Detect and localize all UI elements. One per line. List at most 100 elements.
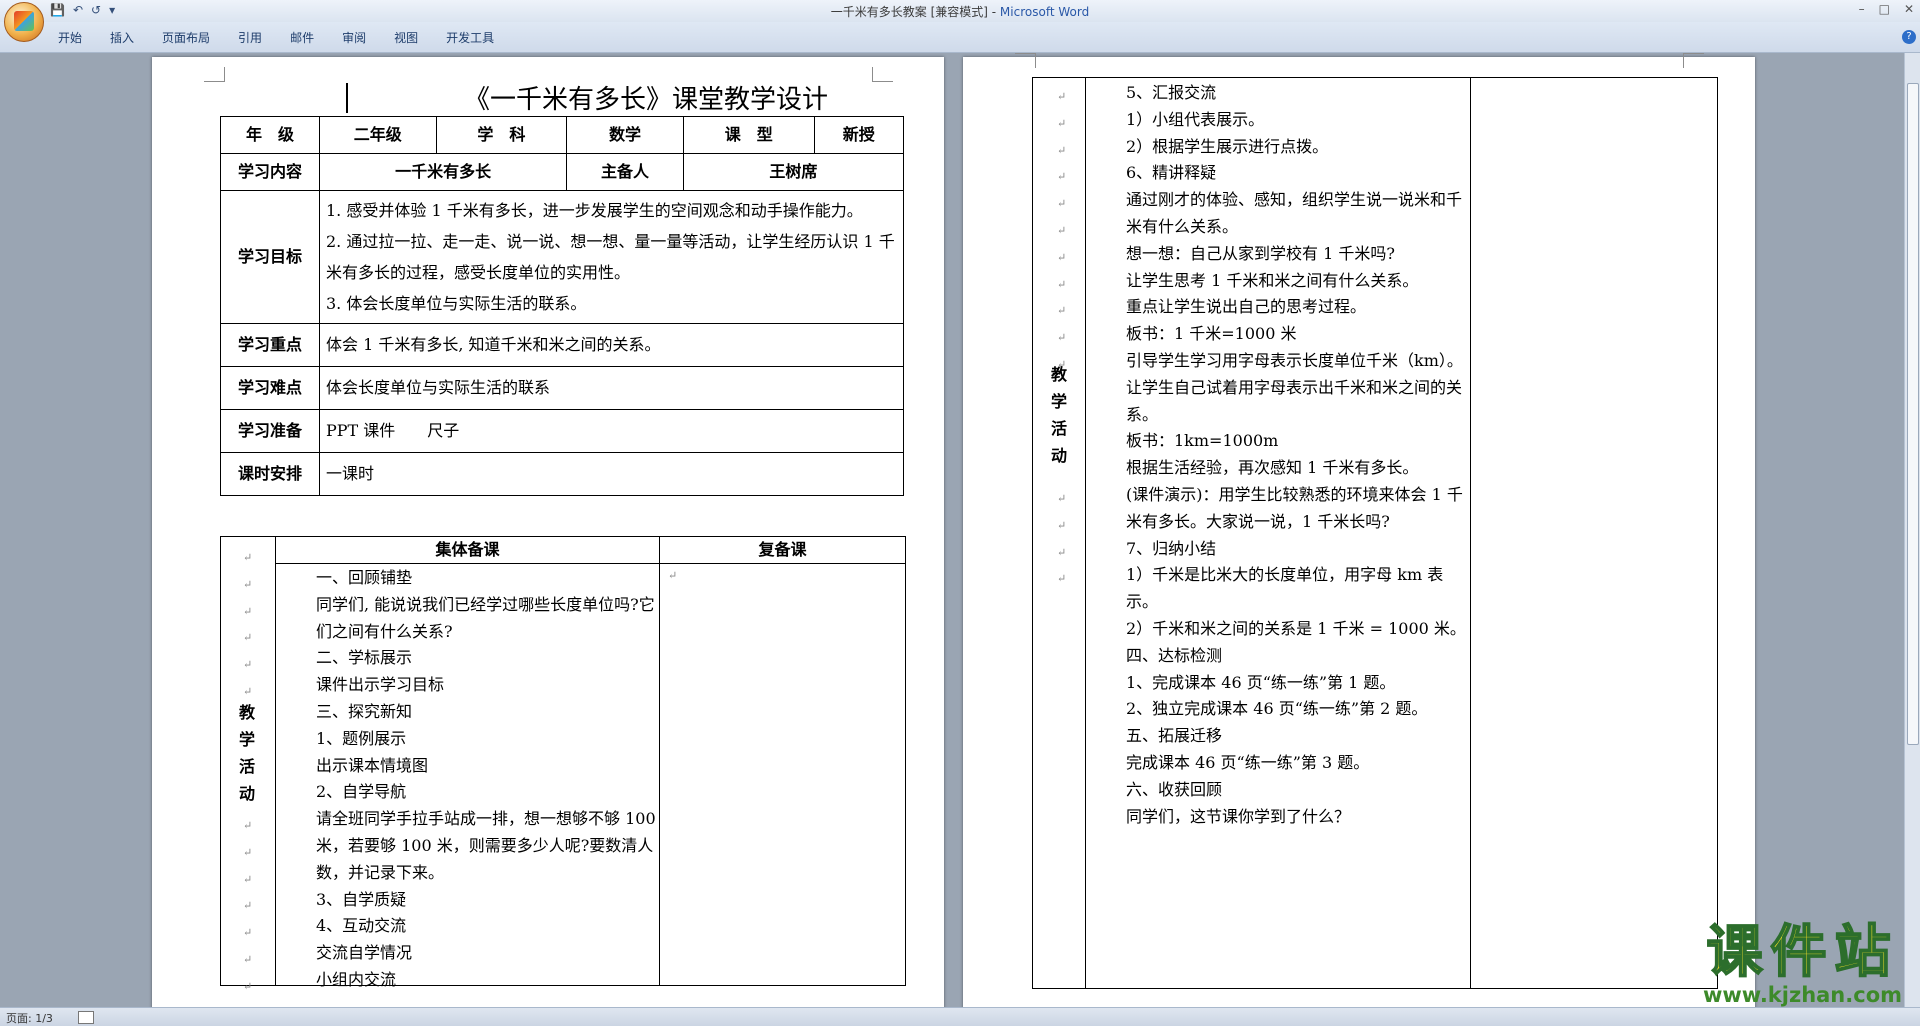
difficulty-label: 学习难点 [220, 366, 320, 410]
scrollbar-thumb[interactable] [1907, 83, 1919, 745]
page-indicator[interactable]: 页面: 1/3 [6, 1010, 53, 1026]
activity-line: 同学们, 能说说我们已经学过哪些长度单位吗?它们之间有什么关系? [316, 594, 655, 641]
activity-line: 重点让学生说出自己的思考过程。 [1126, 297, 1367, 317]
activity-line: 板书：1 千米=1000 米 [1126, 324, 1297, 344]
group-prep-column: 集体备课 一、回顾铺垫 同学们, 能说说我们已经学过哪些长度单位吗?它们之间有什么… [276, 537, 660, 989]
ribbon-tab[interactable]: 审阅 [342, 29, 382, 46]
crop-mark [204, 67, 225, 82]
activity-table-continued: ↵ ↵ ↵ ↵ ↵ ↵ ↵ ↵ ↵ ↵ ↵ ↵ ↵ ↵ ↵ 教 学 活 动 5、汇报交流 1）小组代表展示。 2… [1032, 77, 1718, 989]
goal-item: 3. 体会长度单位与实际生活的联系。 [326, 294, 587, 313]
activity-line: 课件出示学习目标 [316, 675, 445, 695]
goals-cell: 1. 感受并体验 1 千米有多长，进一步发展学生的空间观念和动手操作能力。 2.… [319, 190, 904, 324]
type-value: 新授 [813, 116, 905, 154]
activity-table: ↵ ↵ ↵ ↵ ↵ ↵ ↵ ↵ ↵ ↵ ↵ ↵ ↵ 教 学 活 动 集体备课 一、回顾铺垫 同学们, 能说… [220, 536, 906, 993]
ribbon-tab[interactable]: 引用 [238, 29, 278, 46]
watermark-text: 课件站 [1705, 920, 1899, 985]
activity-line: 小组内交流 [316, 969, 397, 989]
ribbon-tab[interactable]: 视图 [394, 29, 434, 46]
activity-side-column: ↵ ↵ ↵ ↵ ↵ ↵ ↵ ↵ ↵ ↵ ↵ ↵ ↵ ↵ ↵ 教 学 活 动 [1033, 78, 1086, 988]
activity-line: 想一想：自己从家到学校有 1 千米吗? [1126, 243, 1395, 263]
table-row: 学习准备 PPT 课件 尺子 [220, 409, 904, 453]
goal-label: 学习目标 [220, 190, 320, 324]
owner-label: 主备人 [566, 153, 684, 191]
crop-mark [1015, 53, 1036, 68]
page-1[interactable]: 《一千米有多长》课堂教学设计 年 级 二年级 学 科 数学 课 型 新授 学习内… [152, 57, 944, 1007]
minimize-icon[interactable]: – [1859, 2, 1865, 16]
vertical-scrollbar[interactable] [1904, 53, 1920, 1007]
maximize-icon[interactable]: □ [1879, 2, 1890, 16]
activity-line: 一、回顾铺垫 [316, 568, 413, 587]
ribbon-tab[interactable]: 开始 [58, 29, 98, 46]
prep-value: PPT 课件 尺子 [319, 409, 904, 453]
help-icon[interactable]: ? [1902, 30, 1916, 44]
activity-line: 让学生自己试着用字母表示出千米和米之间的关系。 [1126, 377, 1463, 424]
activity-side-label: 教 学 活 动 [1051, 365, 1068, 465]
lesson-info-table: 年 级 二年级 学 科 数学 课 型 新授 学习内容 一千米有多长 主备人 王树… [220, 116, 905, 496]
watermark-logo: 课件站 www.kjzhan.com [1703, 920, 1902, 1007]
goal-item: 2. 通过拉一拉、走一走、说一说、想一想、量一量等活动，让学生经历认识 1 千米… [326, 232, 895, 282]
table-row: 学习重点 体会 1 千米有多长, 知道千米和米之间的关系。 [220, 323, 904, 367]
close-icon[interactable]: ✕ [1904, 2, 1914, 16]
undo-icon[interactable]: ↶ [73, 3, 83, 17]
key-label: 学习重点 [220, 323, 320, 367]
activity-line: 2）根据学生展示进行点拨。 [1126, 136, 1329, 156]
proofing-icon[interactable] [78, 1011, 94, 1024]
ribbon-tab[interactable]: 页面布局 [162, 29, 226, 46]
table-row: 年 级 二年级 学 科 数学 课 型 新授 [220, 116, 905, 154]
office-button[interactable] [4, 2, 44, 42]
goal-item: 1. 感受并体验 1 千米有多长，进一步发展学生的空间观念和动手操作能力。 [326, 201, 863, 220]
activity-side-column: ↵ ↵ ↵ ↵ ↵ ↵ ↵ ↵ ↵ ↵ ↵ ↵ ↵ 教 学 活 动 [221, 537, 276, 993]
page-2[interactable]: ↵ ↵ ↵ ↵ ↵ ↵ ↵ ↵ ↵ ↵ ↵ ↵ ↵ ↵ ↵ 教 学 活 动 5、汇报交流 1）小组代表展示。 2… [963, 53, 1755, 1007]
group-prep-lines: 5、汇报交流 1）小组代表展示。 2）根据学生展示进行点拨。 6、精讲释疑 通过刚才的体… [1126, 80, 1468, 830]
activity-line: 4、互动交流 [316, 916, 407, 936]
activity-line: 让学生思考 1 千米和米之间有什么关系。 [1126, 270, 1419, 290]
title-bar: 一千米有多长教案 [兼容模式] - Microsoft Word 💾 ↶ ↺ ▾… [0, 0, 1920, 22]
text-cursor [346, 83, 348, 113]
subject-value: 数学 [566, 116, 684, 154]
review-header: 复备课 [660, 537, 905, 564]
activity-line: 5、汇报交流 [1126, 83, 1217, 102]
subject-label: 学 科 [435, 116, 568, 154]
ribbon-tab[interactable]: 开发工具 [446, 29, 510, 46]
content-label: 学习内容 [220, 153, 320, 191]
activity-line: 2、自学导航 [316, 782, 407, 802]
owner-value: 王树席 [682, 153, 905, 191]
activity-line: 6、精讲释疑 [1126, 163, 1217, 183]
window-title: 一千米有多长教案 [兼容模式] - Microsoft Word [830, 5, 1090, 19]
grade-value: 二年级 [319, 116, 437, 154]
activity-line: 1、完成课本 46 页“练一练”第 1 题。 [1126, 672, 1396, 692]
activity-line: 请全班同学手拉手站成一排，想一想够不够 100 米，若要够 100 米，则需要多… [316, 809, 661, 882]
save-icon[interactable]: 💾 [50, 3, 65, 17]
activity-line: 2、独立完成课本 46 页“练一练”第 2 题。 [1126, 699, 1428, 719]
activity-line: 3、自学质疑 [316, 889, 407, 909]
ribbon-tab[interactable]: 邮件 [290, 29, 330, 46]
key-value: 体会 1 千米有多长, 知道千米和米之间的关系。 [319, 323, 904, 367]
activity-line: 三、探究新知 [316, 701, 413, 721]
group-prep-lines: 一、回顾铺垫 同学们, 能说说我们已经学过哪些长度单位吗?它们之间有什么关系? 二、… [316, 565, 656, 994]
review-column: 复备课 ↵ [660, 537, 905, 985]
document-workspace[interactable]: 《一千米有多长》课堂教学设计 年 级 二年级 学 科 数学 课 型 新授 学习内… [0, 53, 1905, 1007]
activity-line: 出示课本情境图 [316, 755, 429, 775]
customize-qat-icon[interactable]: ▾ [109, 3, 115, 17]
difficulty-value: 体会长度单位与实际生活的联系 [319, 366, 904, 410]
activity-line: 引导学生学习用字母表示长度单位千米（km）。 [1126, 350, 1463, 370]
prep-label: 学习准备 [220, 409, 320, 453]
activity-side-label: 教 学 活 动 [239, 703, 256, 803]
activity-line: (课件演示)：用学生比较熟悉的环境来体会 1 千米有多长。大家说一说，1 千米长… [1126, 484, 1463, 531]
activity-line: 1、题例展示 [316, 728, 407, 748]
ribbon: 开始 插入 页面布局 引用 邮件 审阅 视图 开发工具 ? [0, 22, 1920, 53]
activity-line: 通过刚才的体验、感知，组织学生说一说米和千米有什么关系。 [1126, 190, 1463, 236]
document-title: 《一千米有多长》课堂教学设计 [463, 85, 828, 115]
ribbon-tab[interactable]: 插入 [110, 29, 150, 46]
time-label: 课时安排 [220, 452, 320, 496]
ribbon-tabs: 开始 插入 页面布局 引用 邮件 审阅 视图 开发工具 [58, 29, 522, 46]
grade-label: 年 级 [220, 116, 320, 154]
quick-access-toolbar: 💾 ↶ ↺ ▾ [50, 3, 115, 17]
activity-line: 2）千米和米之间的关系是 1 千米 = 1000 米。 [1126, 618, 1466, 638]
time-value: 一课时 [319, 452, 904, 496]
activity-line: 六、收获回顾 [1126, 779, 1223, 799]
office-logo-icon [14, 11, 34, 31]
table-row: 学习内容 一千米有多长 主备人 王树席 [220, 153, 905, 191]
redo-icon[interactable]: ↺ [91, 3, 101, 17]
content-value: 一千米有多长 [318, 153, 568, 191]
